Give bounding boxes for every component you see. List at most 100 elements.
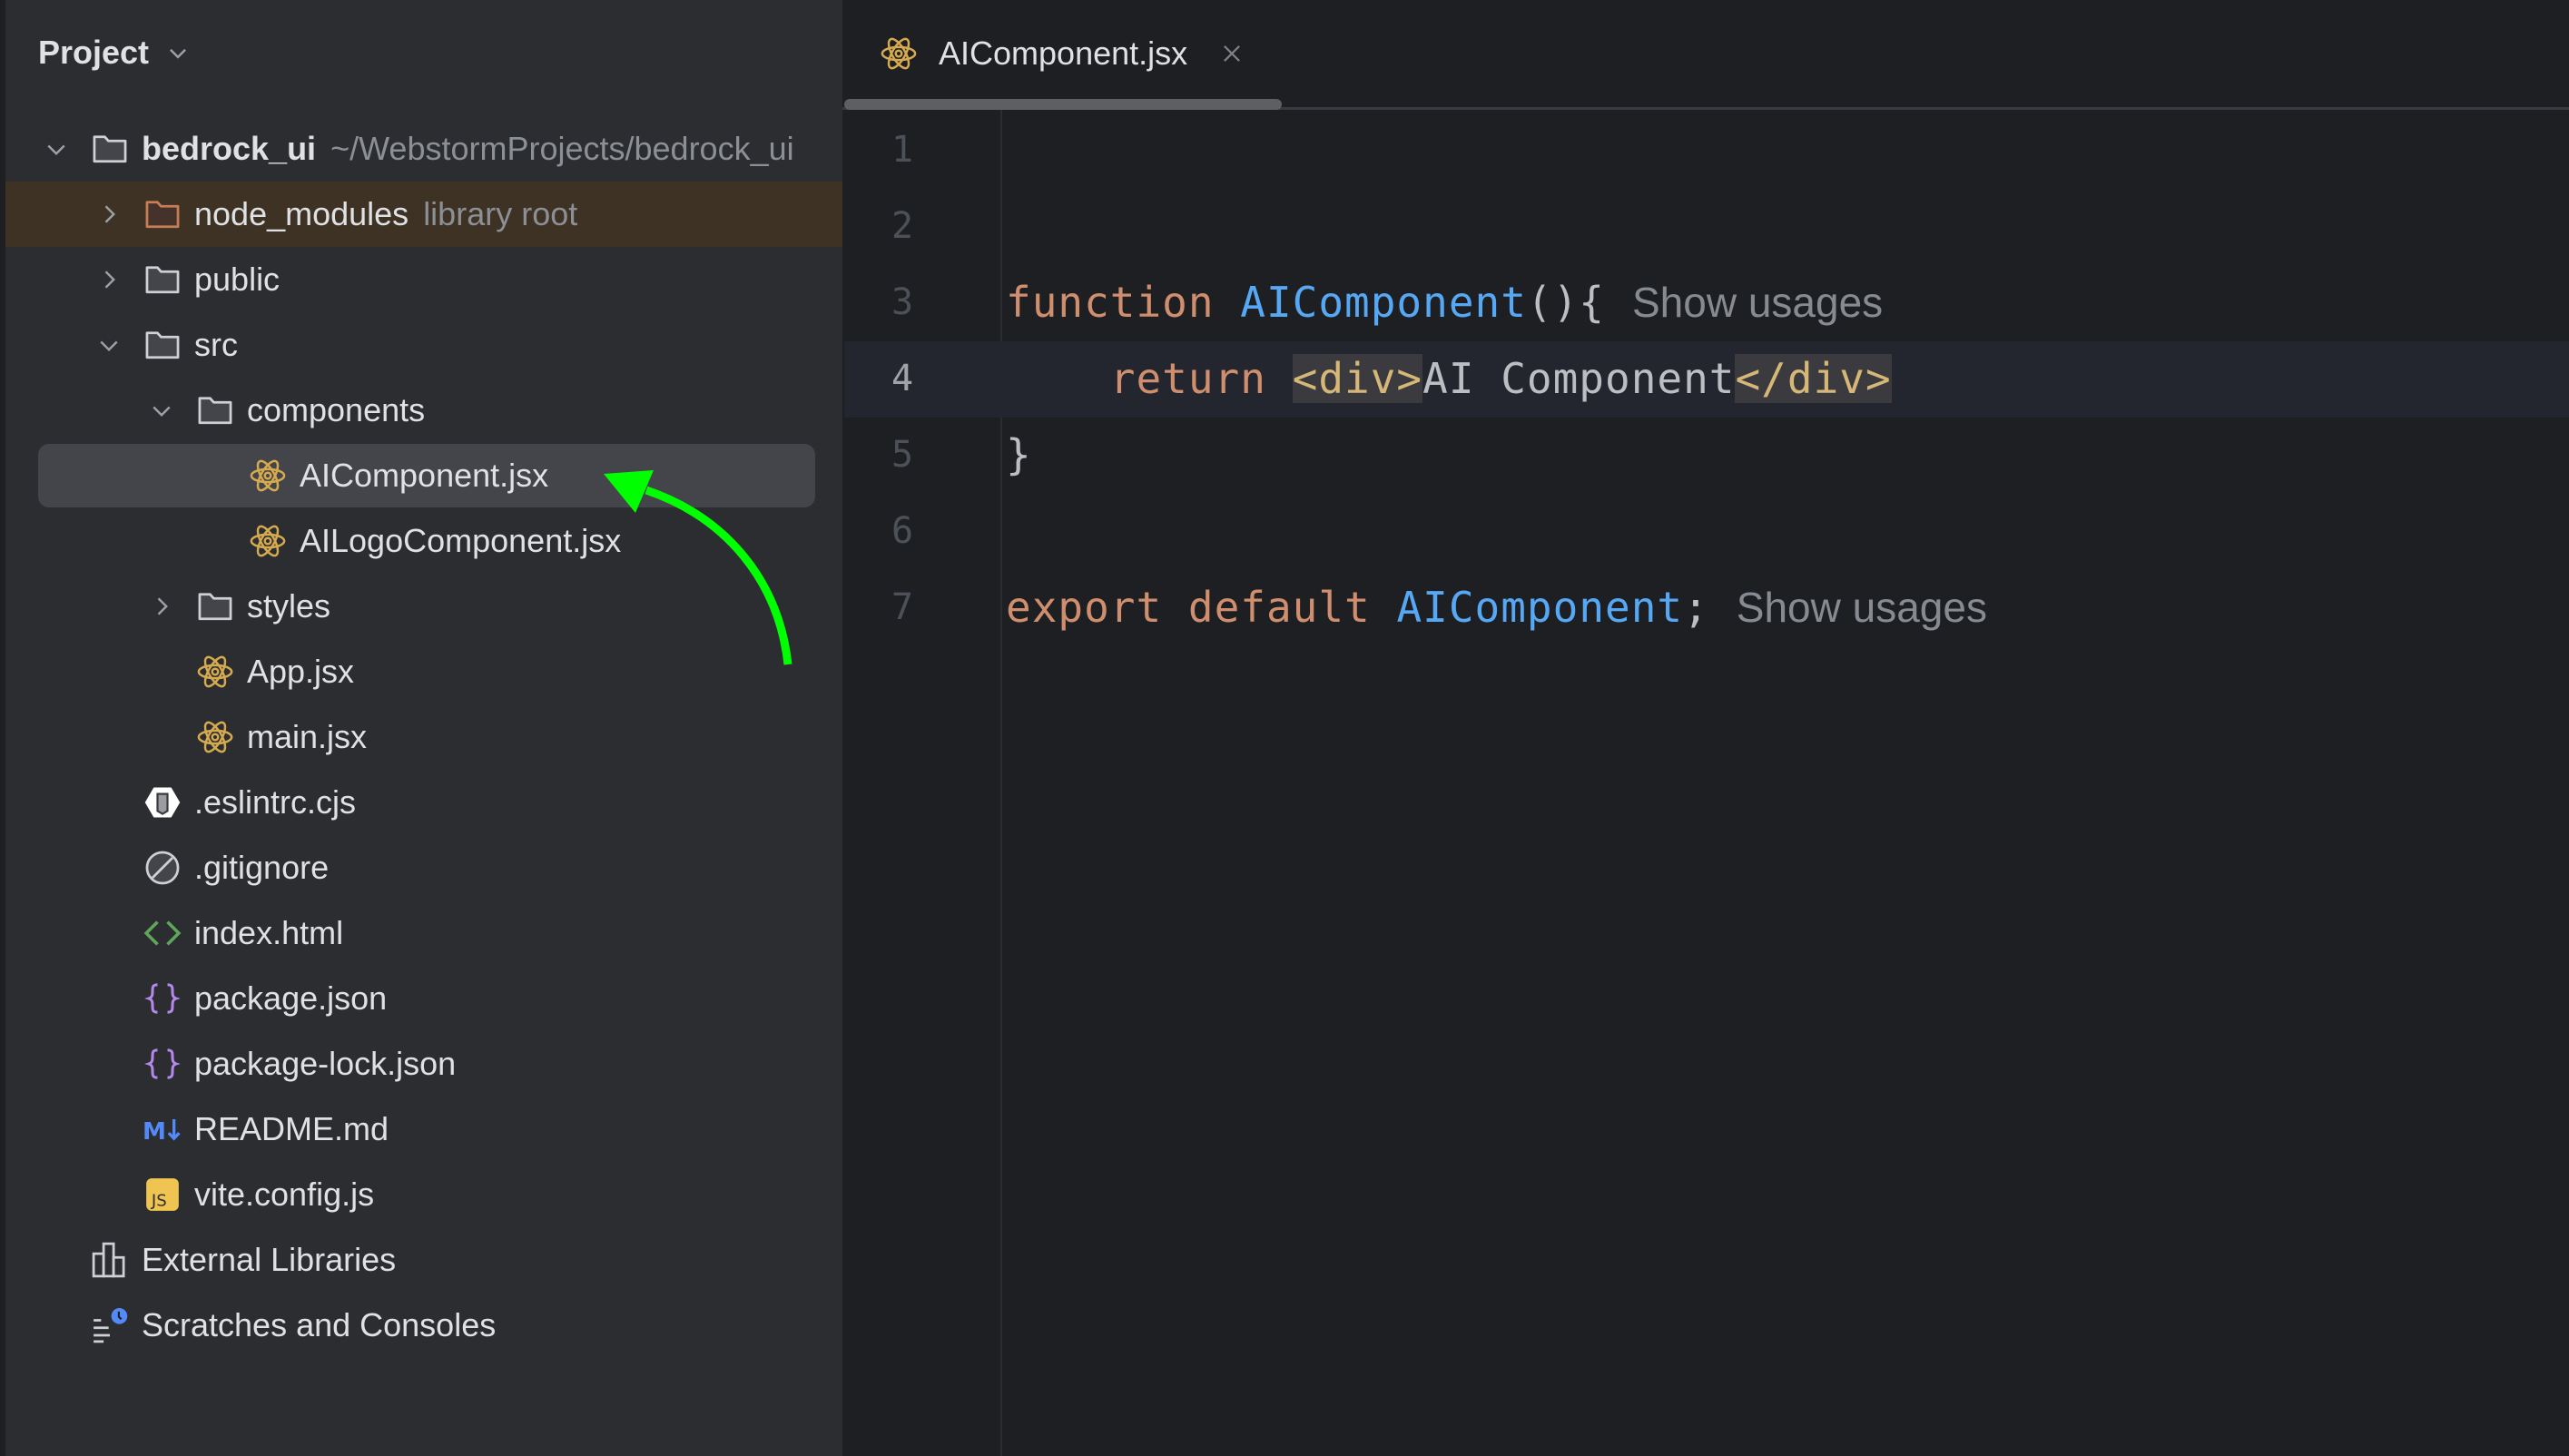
tree-item-gitignore[interactable]: .gitignore <box>5 835 842 900</box>
external-libraries-icon <box>89 1239 131 1281</box>
token-txt: } <box>1006 430 1032 479</box>
code-line[interactable]: 5} <box>842 417 2569 493</box>
show-usages-hint[interactable]: Show usages <box>1737 584 1987 631</box>
eslint-icon <box>142 782 183 823</box>
react-icon <box>194 716 236 758</box>
tree-item-label: package.json <box>194 979 388 1017</box>
tree-item-eslintrc-cjs[interactable]: .eslintrc.cjs <box>5 770 842 835</box>
editor-tab-bar: AIComponent.jsx <box>842 0 2569 110</box>
tree-item-label: components <box>247 391 426 428</box>
react-icon <box>879 34 919 74</box>
library-folder-icon <box>142 193 183 235</box>
tree-item-public[interactable]: public <box>5 247 842 312</box>
json-icon <box>142 978 183 1019</box>
tree-item-aicomponent-jsx[interactable]: AIComponent.jsx <box>5 443 842 508</box>
code-line[interactable]: 3 function AIComponent(){Show usages <box>842 264 2569 340</box>
tree-item-label: main.jsx <box>247 718 368 755</box>
tree-item-label: .gitignore <box>194 849 330 886</box>
tree-item-vite-config-js[interactable]: JS vite.config.js <box>5 1162 842 1227</box>
chevron-down-icon[interactable] <box>38 131 74 167</box>
line-number: 4 <box>891 358 914 399</box>
project-view-selector[interactable]: Project <box>38 27 191 78</box>
project-panel: Project bedrock_ui ~/WebstormProjects/bed… <box>0 0 842 1456</box>
tree-item-label: External Libraries <box>142 1241 397 1278</box>
tree-item-main-jsx[interactable]: main.jsx <box>5 704 842 770</box>
code-line[interactable]: 2 <box>842 188 2569 264</box>
tree-item-index-html[interactable]: index.html <box>5 900 842 966</box>
toggle-spacer <box>143 719 180 755</box>
editor-pane: AIComponent.jsx 1 2 3 function AIComponent(… <box>842 0 2569 1456</box>
folder-icon <box>89 128 131 170</box>
tree-item-hint: ~/WebstormProjects/bedrock_ui <box>330 130 794 167</box>
tree-item-label: .eslintrc.cjs <box>194 783 357 821</box>
tree-item-label: src <box>194 326 238 363</box>
tree-item-label: public <box>194 261 281 298</box>
tree-item-external-libraries[interactable]: External Libraries <box>5 1227 842 1293</box>
tree-item-node-modules[interactable]: node_modules library root <box>5 182 842 247</box>
token-kw: return <box>1109 354 1266 403</box>
ignore-icon <box>142 847 183 889</box>
toggle-spacer <box>91 1111 127 1147</box>
code-line[interactable]: 7 export default AIComponent; Show usages <box>842 569 2569 645</box>
code-text: function AIComponent(){Show usages <box>1006 278 1883 327</box>
tree-item-app-jsx[interactable]: App.jsx <box>5 639 842 704</box>
tree-item-label: node_modules <box>194 195 409 232</box>
panel-title: Project <box>38 34 150 71</box>
close-icon[interactable] <box>1218 40 1245 67</box>
folder-icon <box>194 389 236 431</box>
react-icon <box>247 455 289 497</box>
toggle-spacer <box>196 457 232 494</box>
tree-item-components[interactable]: components <box>5 378 842 443</box>
tree-item-src[interactable]: src <box>5 312 842 378</box>
line-number: 5 <box>891 434 914 476</box>
tree-item-label: AIComponent.jsx <box>300 457 549 494</box>
tree-item-readme-md[interactable]: M README.md <box>5 1097 842 1162</box>
html-icon <box>142 912 183 954</box>
code-text: return <div>AI Component</div> <box>1006 354 1892 403</box>
token-kw: export <box>1006 583 1163 632</box>
tab-aicomponent-jsx[interactable]: AIComponent.jsx <box>842 0 1283 110</box>
token-kw: function <box>1006 278 1215 327</box>
token-txt: (){ <box>1526 278 1605 327</box>
show-usages-hint[interactable]: Show usages <box>1632 279 1883 326</box>
code-line[interactable]: 4 return <div>AI Component</div> <box>842 340 2569 417</box>
token-txt: AI Component <box>1422 354 1736 403</box>
tree-item-package-lock-json[interactable]: package-lock.json <box>5 1031 842 1097</box>
tree-item-label: vite.config.js <box>194 1176 375 1213</box>
folder-icon <box>142 259 183 300</box>
tree-item-ailogocomponent-jsx[interactable]: AILogoComponent.jsx <box>5 508 842 574</box>
tree-item-label: bedrock_ui <box>142 130 317 167</box>
code-text: } <box>1006 430 1032 479</box>
svg-text:JS: JS <box>151 1192 167 1211</box>
tree-item-label: Scratches and Consoles <box>142 1306 497 1343</box>
line-number: 3 <box>891 281 914 323</box>
scratches-icon <box>89 1304 131 1346</box>
javascript-icon: JS <box>142 1174 183 1215</box>
markdown-icon: M <box>142 1108 183 1150</box>
tree-item-styles[interactable]: styles <box>5 574 842 639</box>
folder-icon <box>142 324 183 366</box>
line-number: 2 <box>891 205 914 247</box>
chevron-down-icon[interactable] <box>91 327 127 363</box>
tree-item-bedrock-ui[interactable]: bedrock_ui ~/WebstormProjects/bedrock_ui <box>5 116 842 182</box>
tree-item-scratches-and-consoles[interactable]: Scratches and Consoles <box>5 1293 842 1358</box>
token-txt: ; <box>1683 583 1709 632</box>
chevron-down-icon[interactable] <box>143 392 180 428</box>
toggle-spacer <box>91 1176 127 1213</box>
line-number: 6 <box>891 510 914 552</box>
token-tag: <div> <box>1292 354 1423 403</box>
tree-item-package-json[interactable]: package.json <box>5 966 842 1031</box>
tree-item-hint: library root <box>423 195 578 232</box>
code-line[interactable]: 6 <box>842 493 2569 569</box>
code-line[interactable]: 1 <box>842 112 2569 188</box>
chevron-right-icon[interactable] <box>143 588 180 625</box>
tree-item-label: styles <box>247 587 331 625</box>
svg-text:M: M <box>143 1118 166 1146</box>
toggle-spacer <box>91 1046 127 1082</box>
chevron-right-icon[interactable] <box>91 261 127 298</box>
toggle-spacer <box>143 654 180 690</box>
chevron-right-icon[interactable] <box>91 196 127 232</box>
